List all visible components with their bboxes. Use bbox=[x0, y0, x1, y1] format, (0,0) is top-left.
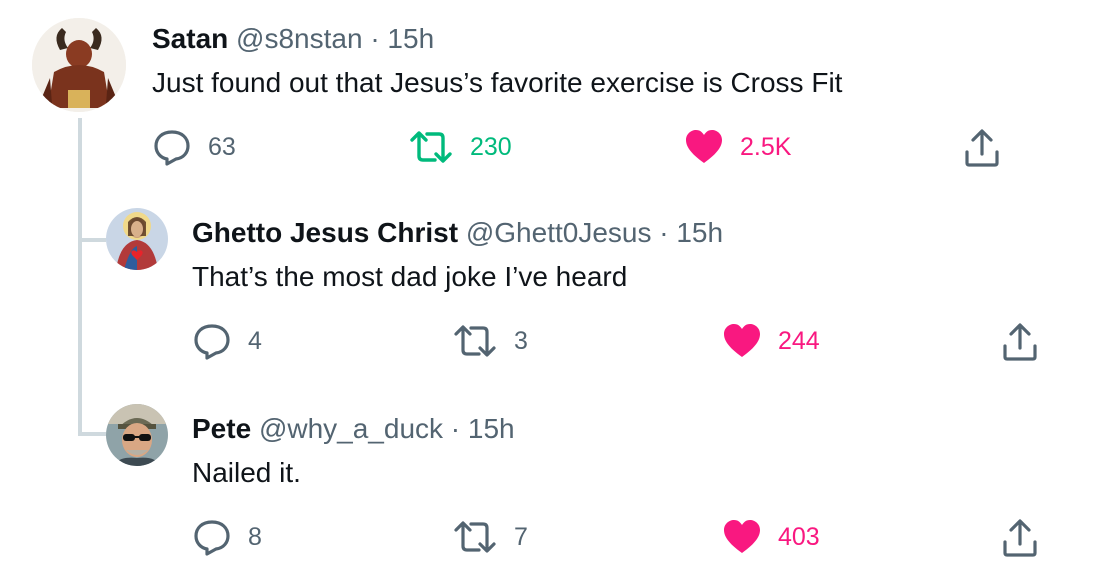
tweet-text: That’s the most dad joke I’ve heard bbox=[192, 261, 628, 292]
separator-dot: · bbox=[450, 413, 461, 444]
reply-button[interactable]: 8 bbox=[192, 518, 262, 556]
timestamp[interactable]: 15h bbox=[468, 413, 515, 444]
heart-icon bbox=[684, 128, 724, 166]
man-sunglasses-avatar-image bbox=[106, 404, 168, 466]
share-button[interactable] bbox=[1000, 518, 1040, 563]
tweet-header: Ghetto Jesus Christ @Ghett0Jesus · 15h bbox=[192, 216, 723, 250]
reply-icon bbox=[192, 322, 232, 360]
user-handle[interactable]: @s8nstan bbox=[236, 23, 363, 54]
tweet-text: Just found out that Jesus’s favorite exe… bbox=[152, 67, 843, 98]
reply-count: 63 bbox=[208, 132, 236, 161]
share-button[interactable] bbox=[962, 128, 1002, 173]
display-name[interactable]: Satan bbox=[152, 23, 228, 54]
reply-count: 8 bbox=[248, 522, 262, 551]
avatar[interactable] bbox=[106, 208, 168, 270]
reply-icon bbox=[152, 128, 192, 166]
like-count: 403 bbox=[778, 522, 820, 551]
heart-icon bbox=[722, 322, 762, 360]
like-count: 2.5K bbox=[740, 132, 792, 161]
retweet-icon bbox=[452, 518, 498, 556]
like-button[interactable]: 244 bbox=[722, 322, 820, 360]
share-icon bbox=[1000, 519, 1040, 562]
jesus-portrait-avatar-image bbox=[106, 208, 168, 270]
user-handle[interactable]: @why_a_duck bbox=[259, 413, 443, 444]
heart-icon bbox=[722, 518, 762, 556]
separator-dot: · bbox=[659, 217, 669, 248]
share-icon bbox=[962, 129, 1002, 172]
share-icon bbox=[1000, 323, 1040, 366]
avatar[interactable] bbox=[106, 404, 168, 466]
retweet-count: 230 bbox=[470, 132, 512, 161]
like-button[interactable]: 403 bbox=[722, 518, 820, 556]
tweet-text: Nailed it. bbox=[192, 457, 301, 488]
display-name[interactable]: Pete bbox=[192, 413, 251, 444]
separator-dot: · bbox=[370, 23, 380, 54]
thread-line-branch-2 bbox=[78, 432, 106, 436]
tweet-header: Pete @why_a_duck · 15h bbox=[192, 412, 515, 446]
reply-button[interactable]: 63 bbox=[152, 128, 236, 166]
retweet-button[interactable]: 3 bbox=[452, 322, 528, 360]
timestamp[interactable]: 15h bbox=[676, 217, 723, 248]
retweet-button[interactable]: 7 bbox=[452, 518, 528, 556]
reply-count: 4 bbox=[248, 326, 262, 355]
like-count: 244 bbox=[778, 326, 820, 355]
thread-line-vertical bbox=[78, 118, 82, 436]
retweet-button[interactable]: 230 bbox=[408, 128, 512, 166]
thread-line-branch-1 bbox=[78, 238, 106, 242]
retweet-icon bbox=[408, 128, 454, 166]
display-name[interactable]: Ghetto Jesus Christ bbox=[192, 217, 458, 248]
avatar[interactable] bbox=[32, 18, 126, 112]
reply-icon bbox=[192, 518, 232, 556]
retweet-count: 7 bbox=[514, 522, 528, 551]
reply-button[interactable]: 4 bbox=[192, 322, 262, 360]
user-handle[interactable]: @Ghett0Jesus bbox=[466, 217, 652, 248]
share-button[interactable] bbox=[1000, 322, 1040, 367]
devil-avatar-image bbox=[32, 18, 126, 112]
retweet-count: 3 bbox=[514, 326, 528, 355]
tweet-header: Satan @s8nstan · 15h bbox=[152, 22, 434, 56]
timestamp[interactable]: 15h bbox=[387, 23, 434, 54]
retweet-icon bbox=[452, 322, 498, 360]
like-button[interactable]: 2.5K bbox=[684, 128, 791, 166]
